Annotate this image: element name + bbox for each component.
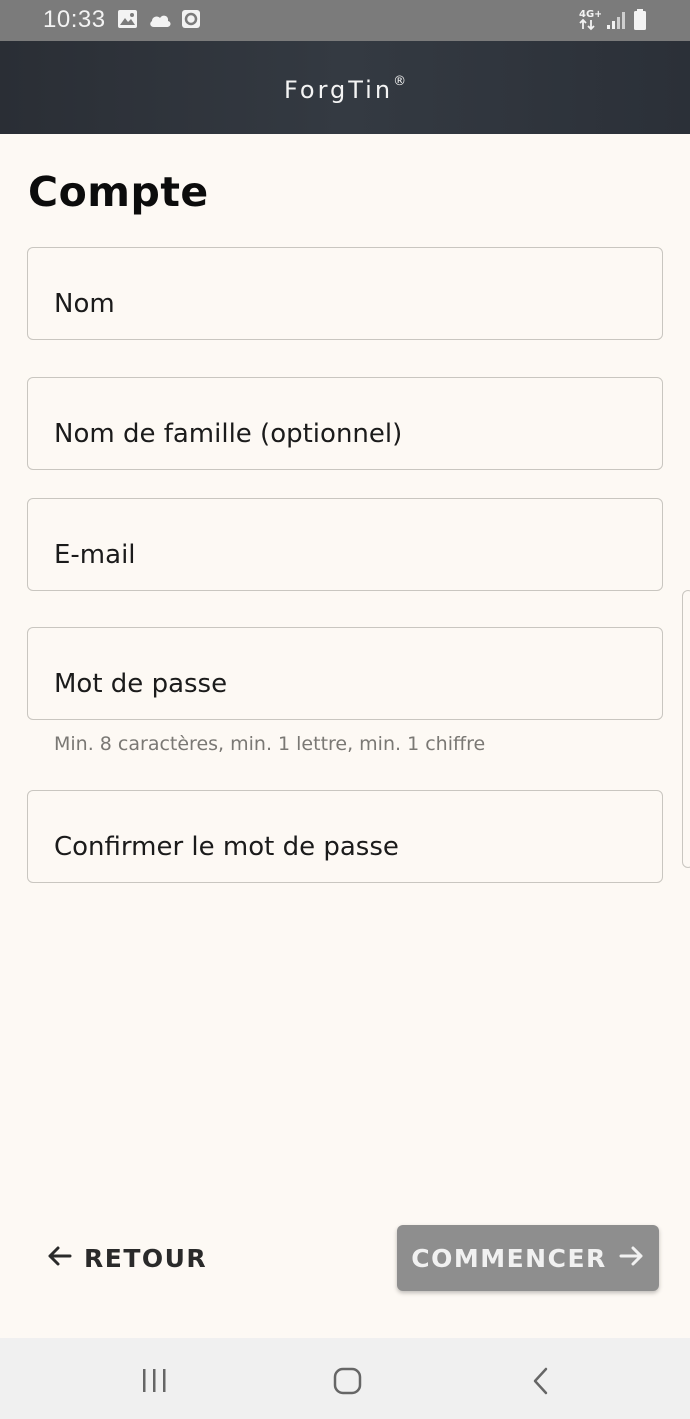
first-name-input[interactable]	[28, 248, 662, 339]
gallery-icon	[117, 9, 138, 34]
back-button-label: RETOUR	[84, 1243, 208, 1273]
sync-icon	[181, 9, 201, 34]
last-name-input[interactable]	[28, 378, 662, 469]
email-input[interactable]	[28, 499, 662, 590]
battery-icon	[633, 9, 647, 36]
password-hint: Min. 8 caractères, min. 1 lettre, min. 1…	[54, 733, 486, 755]
back-nav-icon[interactable]	[530, 1367, 550, 1400]
logo-text: ForgTin	[283, 75, 394, 104]
last-name-field[interactable]	[27, 377, 663, 470]
back-button[interactable]: RETOUR	[46, 1238, 207, 1278]
start-button-label: COMMENCER	[411, 1243, 607, 1273]
scroll-indicator[interactable]	[682, 590, 690, 868]
recent-apps-icon[interactable]	[141, 1368, 169, 1399]
cloud-icon	[148, 12, 172, 33]
page-title: Compte	[28, 168, 209, 216]
arrow-right-icon	[619, 1244, 645, 1273]
status-time: 10:33	[43, 6, 106, 33]
status-bar: 10:33 4G+	[0, 0, 690, 41]
password-input[interactable]	[28, 628, 662, 719]
system-nav-bar	[0, 1338, 690, 1419]
confirm-password-input[interactable]	[28, 791, 662, 882]
signal-icon	[606, 10, 628, 35]
first-name-field[interactable]	[27, 247, 663, 340]
password-field[interactable]	[27, 627, 663, 720]
svg-text:4G+: 4G+	[579, 9, 601, 20]
email-field[interactable]	[27, 498, 663, 591]
confirm-password-field[interactable]	[27, 790, 663, 883]
start-button[interactable]: COMMENCER	[397, 1225, 659, 1291]
app-header: ForgTin®	[0, 41, 690, 134]
logo-registered-mark: ®	[393, 73, 407, 89]
app-logo: ForgTin®	[283, 73, 407, 104]
arrow-left-icon	[46, 1244, 72, 1273]
network-4g-icon: 4G+	[579, 7, 603, 36]
home-icon[interactable]	[333, 1367, 363, 1400]
